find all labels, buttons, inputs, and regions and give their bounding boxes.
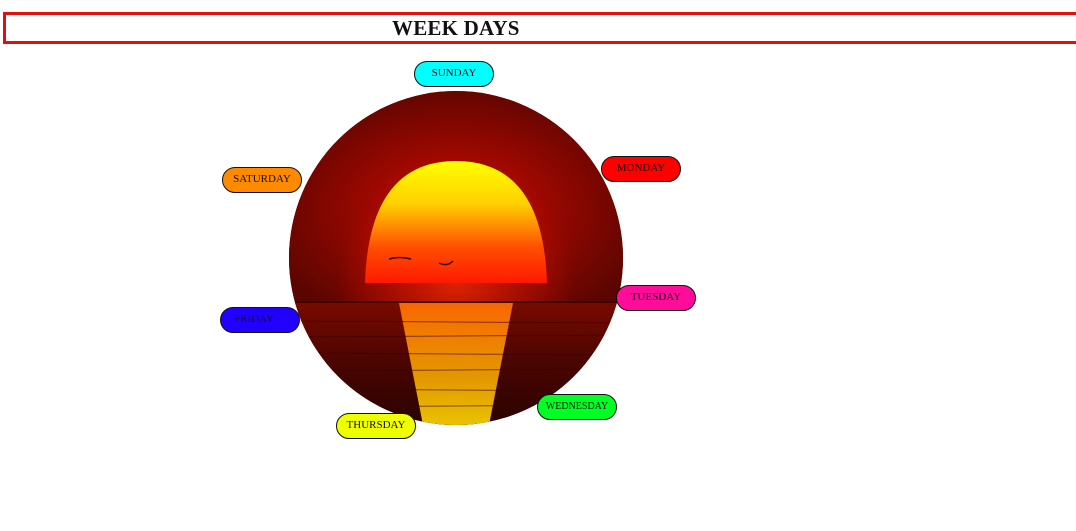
- day-label: THURSDAY: [346, 419, 406, 431]
- day-label: FRIDAY: [234, 313, 274, 325]
- day-saturday[interactable]: SATURDAY: [222, 167, 302, 193]
- sunset-over-sea-image: [289, 91, 623, 425]
- day-label: SATURDAY: [233, 173, 291, 185]
- day-thursday[interactable]: THURSDAY: [336, 413, 416, 439]
- page-title: WEEK DAYS: [392, 16, 520, 40]
- day-wednesday[interactable]: WEDNESDAY: [537, 394, 617, 420]
- day-sunday[interactable]: SUNDAY: [414, 61, 494, 87]
- day-label: WEDNESDAY: [545, 401, 609, 412]
- day-friday[interactable]: FRIDAY: [220, 307, 300, 333]
- day-tuesday[interactable]: TUESDAY: [616, 285, 696, 311]
- day-label: TUESDAY: [630, 291, 682, 303]
- header-box: [3, 12, 1076, 44]
- day-label: SUNDAY: [431, 67, 477, 79]
- day-label: MONDAY: [616, 162, 666, 174]
- day-monday[interactable]: MONDAY: [601, 156, 681, 182]
- sunset-image: [289, 91, 623, 425]
